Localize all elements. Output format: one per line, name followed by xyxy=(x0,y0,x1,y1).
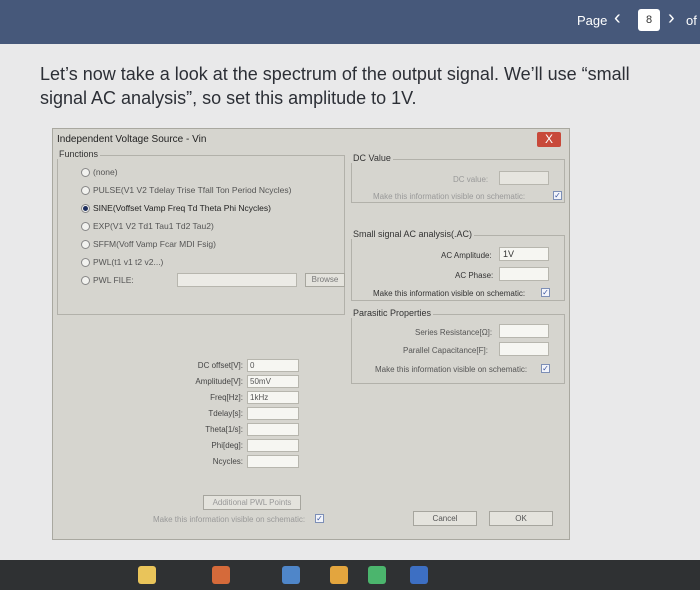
radio-pwl[interactable]: PWL(t1 v1 t2 v2...) xyxy=(81,257,164,268)
taskbar xyxy=(0,560,700,590)
viewer-toolbar: Page ‹ 8 › of xyxy=(0,0,700,44)
radio-pwl-file[interactable]: PWL FILE: xyxy=(81,275,134,286)
amplitude-input[interactable]: 50mV xyxy=(247,375,299,388)
ac-group-label: Small signal AC analysis(.AC) xyxy=(351,229,475,239)
radio-icon xyxy=(81,222,90,232)
radio-none[interactable]: (none) xyxy=(81,167,118,178)
dc-offset-label: DC offset[V]: xyxy=(197,361,243,370)
radio-pulse[interactable]: PULSE(V1 V2 Tdelay Trise Tfall Ton Perio… xyxy=(81,185,292,196)
chevron-left-icon[interactable]: ‹ xyxy=(614,8,621,28)
chevron-right-icon[interactable]: › xyxy=(668,8,675,28)
app-icon[interactable] xyxy=(212,566,230,584)
ncycles-input[interactable] xyxy=(247,455,299,468)
dc-visible-checkbox[interactable]: ✓ xyxy=(553,191,562,200)
radio-icon xyxy=(81,258,90,268)
close-button[interactable]: X xyxy=(537,132,561,147)
functions-label: Functions xyxy=(57,149,101,159)
ok-button[interactable]: OK xyxy=(489,511,553,526)
dc-value-field-label: DC value: xyxy=(453,175,489,184)
browse-button[interactable]: Browse xyxy=(305,273,345,287)
app-icon[interactable] xyxy=(330,566,348,584)
radio-label: SINE(Voffset Vamp Freq Td Theta Phi Ncyc… xyxy=(93,203,271,213)
radio-label: SFFM(Voff Vamp Fcar MDI Fsig) xyxy=(93,239,216,249)
ac-visible-label: Make this information visible on schemat… xyxy=(373,289,526,298)
app-icon[interactable] xyxy=(138,566,156,584)
radio-sine[interactable]: SINE(Voffset Vamp Freq Td Theta Phi Ncyc… xyxy=(81,203,271,214)
ac-amplitude-input[interactable]: 1V xyxy=(499,247,549,261)
dc-value-input[interactable] xyxy=(499,171,549,185)
dialog-title: Independent Voltage Source - Vin xyxy=(57,134,207,145)
page-label: Page xyxy=(577,13,608,28)
radio-label: PWL FILE: xyxy=(93,275,134,285)
ac-visible-checkbox[interactable]: ✓ xyxy=(541,288,550,297)
dc-value-label: DC Value xyxy=(351,153,393,163)
theta-label: Theta[1/s]: xyxy=(205,425,243,434)
freq-label: Freq[Hz]: xyxy=(210,393,243,402)
radio-icon xyxy=(81,276,90,286)
phi-input[interactable] xyxy=(247,439,299,452)
ncycles-label: Ncycles: xyxy=(212,457,243,466)
radio-icon xyxy=(81,186,90,196)
app-icon[interactable] xyxy=(368,566,386,584)
tdelay-input[interactable] xyxy=(247,407,299,420)
slide: Let’s now take a look at the spectrum of… xyxy=(0,44,700,574)
parasitic-visible-checkbox[interactable]: ✓ xyxy=(541,364,550,373)
radio-sffm[interactable]: SFFM(Voff Vamp Fcar MDI Fsig) xyxy=(81,239,216,250)
tdelay-label: Tdelay[s]: xyxy=(208,409,243,418)
parallel-capacitance-input[interactable] xyxy=(499,342,549,356)
page-number-box[interactable]: 8 xyxy=(638,9,660,31)
left-visible-checkbox[interactable]: ✓ xyxy=(315,514,324,523)
theta-input[interactable] xyxy=(247,423,299,436)
radio-exp[interactable]: EXP(V1 V2 Td1 Tau1 Td2 Tau2) xyxy=(81,221,214,232)
radio-icon xyxy=(81,168,90,178)
radio-icon xyxy=(81,240,90,250)
radio-label: PULSE(V1 V2 Tdelay Trise Tfall Ton Perio… xyxy=(93,185,292,195)
additional-pwl-button[interactable]: Additional PWL Points xyxy=(203,495,301,510)
series-resistance-input[interactable] xyxy=(499,324,549,338)
dc-visible-label: Make this information visible on schemat… xyxy=(373,192,526,201)
left-visible-label: Make this information visible on schemat… xyxy=(153,515,306,524)
series-resistance-label: Series Resistance[Ω]: xyxy=(415,328,493,337)
radio-label: EXP(V1 V2 Td1 Tau1 Td2 Tau2) xyxy=(93,221,214,231)
voltage-source-dialog: Independent Voltage Source - Vin X Funct… xyxy=(52,128,570,540)
page-of-label: of xyxy=(686,13,697,28)
slide-instruction: Let’s now take a look at the spectrum of… xyxy=(40,64,630,108)
app-icon[interactable] xyxy=(282,566,300,584)
ac-phase-input[interactable] xyxy=(499,267,549,281)
functions-group xyxy=(57,155,345,315)
freq-input[interactable]: 1kHz xyxy=(247,391,299,404)
radio-selected-icon xyxy=(81,204,90,214)
parasitic-visible-label: Make this information visible on schemat… xyxy=(375,365,528,374)
ac-phase-label: AC Phase: xyxy=(455,271,494,280)
ac-amplitude-label: AC Amplitude: xyxy=(441,251,492,260)
radio-label: (none) xyxy=(93,167,118,177)
dc-offset-input[interactable]: 0 xyxy=(247,359,299,372)
pwl-file-input[interactable] xyxy=(177,273,297,287)
app-icon[interactable] xyxy=(410,566,428,584)
phi-label: Phi[deg]: xyxy=(211,441,243,450)
amplitude-label: Amplitude[V]: xyxy=(195,377,243,386)
cancel-button[interactable]: Cancel xyxy=(413,511,477,526)
parallel-capacitance-label: Parallel Capacitance[F]: xyxy=(403,346,488,355)
radio-label: PWL(t1 v1 t2 v2...) xyxy=(93,257,164,267)
parasitic-label: Parasitic Properties xyxy=(351,308,434,318)
